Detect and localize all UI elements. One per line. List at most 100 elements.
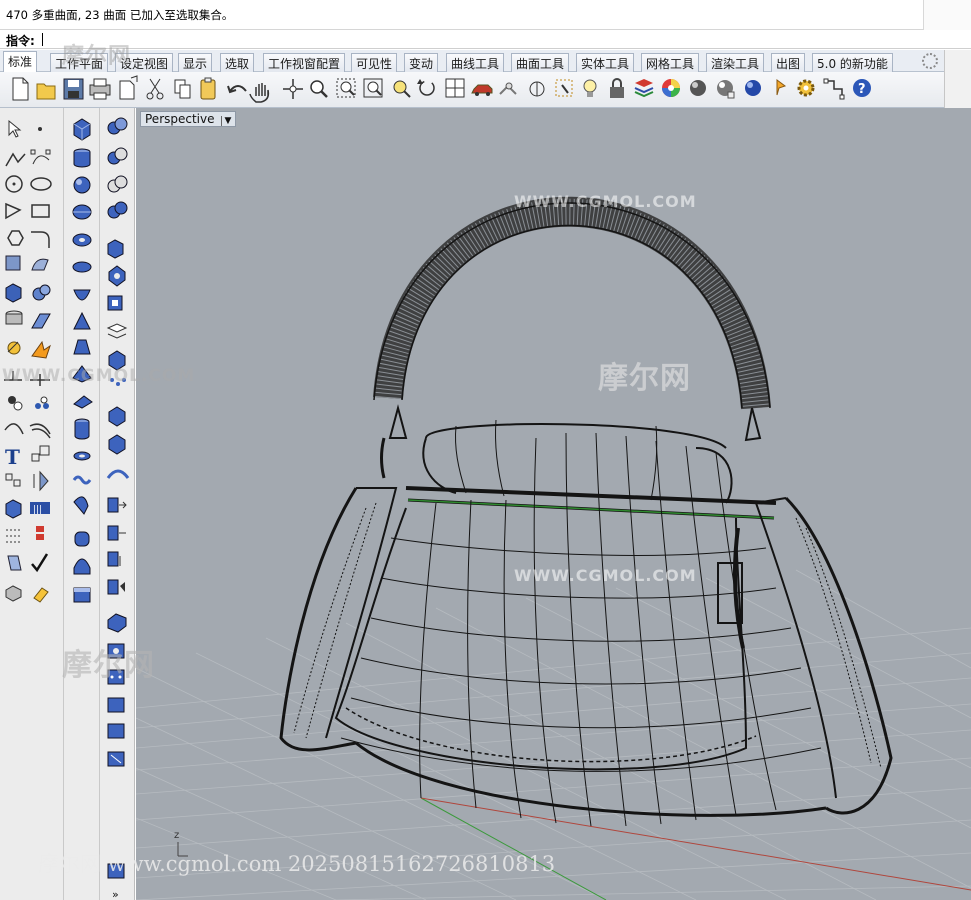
move-hole-icon[interactable] bbox=[107, 723, 125, 739]
rectangle-icon[interactable] bbox=[31, 204, 50, 218]
cone-icon[interactable] bbox=[73, 311, 91, 330]
offset-curve-icon[interactable] bbox=[29, 423, 51, 439]
tab-standard[interactable]: 标准 bbox=[3, 51, 38, 73]
tabs-options-icon[interactable] bbox=[922, 53, 938, 69]
polygon-icon[interactable] bbox=[5, 202, 22, 220]
tab-render-tools[interactable]: 渲染工具 bbox=[706, 53, 765, 72]
check-icon[interactable] bbox=[31, 553, 49, 573]
command-line[interactable]: 指令: bbox=[0, 30, 971, 49]
tab-mesh-tools[interactable]: 网格工具 bbox=[641, 53, 700, 72]
zoom-selected-icon[interactable] bbox=[393, 80, 411, 98]
options-icon[interactable] bbox=[776, 79, 787, 96]
bool-union-icon[interactable] bbox=[107, 117, 128, 135]
point-icon[interactable] bbox=[38, 127, 42, 131]
new-icon[interactable] bbox=[12, 77, 29, 101]
bool-intersect-icon[interactable] bbox=[107, 175, 128, 193]
grid-dots-icon[interactable] bbox=[6, 529, 22, 543]
four-viewports-icon[interactable] bbox=[445, 78, 465, 98]
mirror-icon[interactable] bbox=[33, 470, 49, 492]
make-hole-icon[interactable] bbox=[107, 613, 127, 633]
extract-surface-icon[interactable] bbox=[107, 295, 123, 311]
curve-cv-icon[interactable] bbox=[30, 149, 51, 165]
save-icon[interactable] bbox=[63, 78, 84, 100]
light-icon[interactable] bbox=[583, 79, 597, 97]
mesh-plane-icon[interactable] bbox=[31, 313, 51, 329]
rebuild-surface-icon[interactable] bbox=[108, 406, 126, 427]
copy-icon[interactable] bbox=[174, 79, 191, 99]
zoom-icon[interactable] bbox=[310, 80, 328, 98]
help-icon[interactable]: ? bbox=[853, 79, 871, 97]
sphere-blue-icon[interactable] bbox=[745, 80, 761, 96]
sphere-shaded-icon[interactable] bbox=[690, 80, 706, 96]
move-edge-icon[interactable] bbox=[107, 525, 126, 541]
tab-cplanes[interactable]: 工作平面 bbox=[50, 53, 109, 72]
ellipsoid-icon[interactable] bbox=[72, 204, 92, 220]
truncated-cone-icon[interactable] bbox=[73, 339, 91, 355]
cap-icon[interactable] bbox=[73, 587, 91, 603]
fillet-curve-icon[interactable] bbox=[31, 231, 50, 248]
walk-icon[interactable] bbox=[499, 82, 517, 95]
sphere-icon[interactable] bbox=[73, 176, 91, 194]
sphere-render-icon[interactable] bbox=[717, 80, 735, 99]
car-icon[interactable] bbox=[471, 84, 493, 96]
surface-patch-icon[interactable] bbox=[31, 258, 49, 271]
disc-icon[interactable] bbox=[72, 261, 92, 273]
group-icon[interactable] bbox=[8, 396, 23, 411]
cylinder-icon[interactable] bbox=[73, 148, 91, 168]
tab-drafting[interactable]: 出图 bbox=[771, 53, 806, 72]
arc-icon[interactable] bbox=[4, 423, 24, 435]
ungroup-icon[interactable] bbox=[35, 396, 49, 409]
import-icon[interactable] bbox=[119, 75, 138, 100]
move-view-icon[interactable] bbox=[283, 79, 303, 99]
lock-icon[interactable] bbox=[610, 78, 624, 98]
move-face-icon[interactable] bbox=[107, 497, 127, 513]
analyze-icon[interactable] bbox=[7, 555, 22, 571]
hexagon-icon[interactable] bbox=[7, 230, 24, 246]
cut-solid-icon[interactable] bbox=[107, 239, 124, 259]
tab-curve-tools[interactable]: 曲线工具 bbox=[446, 53, 505, 72]
color-wheel-icon[interactable] bbox=[662, 79, 680, 97]
array-icon[interactable] bbox=[5, 473, 21, 487]
rotate-hole-icon[interactable] bbox=[107, 697, 125, 713]
more-chevron-icon[interactable]: » bbox=[112, 888, 119, 900]
select-all-icon[interactable] bbox=[555, 79, 573, 97]
layered-surface-icon[interactable] bbox=[106, 323, 128, 339]
pyramid-icon[interactable] bbox=[72, 365, 92, 383]
split-face-icon[interactable] bbox=[107, 551, 121, 567]
stack-icon[interactable] bbox=[36, 526, 44, 540]
tab-visibility[interactable]: 可见性 bbox=[351, 53, 398, 72]
box-icon[interactable] bbox=[73, 118, 91, 141]
merge-face-icon[interactable] bbox=[108, 350, 126, 371]
tab-display[interactable]: 显示 bbox=[178, 53, 213, 72]
polyline-icon[interactable] bbox=[5, 152, 26, 167]
transform-icon[interactable] bbox=[7, 341, 21, 355]
snap-icon[interactable] bbox=[823, 78, 845, 100]
pan-hand-icon[interactable] bbox=[249, 83, 270, 103]
fold-face-icon[interactable] bbox=[107, 579, 125, 595]
paste-icon[interactable] bbox=[200, 77, 216, 100]
paraboloid-icon[interactable] bbox=[73, 289, 91, 301]
tube-icon[interactable] bbox=[74, 418, 90, 440]
shell-icon[interactable] bbox=[73, 558, 91, 575]
perspective-viewport[interactable]: z Perspective ▼ WWW.CGMOL.COM 摩尔网 WWW.CGM… bbox=[136, 108, 971, 900]
line-dim-icon[interactable] bbox=[30, 374, 50, 386]
fillet-edge-icon[interactable] bbox=[74, 531, 90, 547]
box-blue-icon[interactable] bbox=[5, 499, 22, 519]
rotate-view-icon[interactable] bbox=[417, 79, 435, 96]
extrude-surface-icon[interactable] bbox=[73, 496, 89, 515]
text-icon[interactable]: T bbox=[5, 445, 20, 469]
layer-icon[interactable] bbox=[634, 79, 654, 98]
tab-viewport-layout[interactable]: 工作视窗配置 bbox=[263, 53, 346, 72]
ellipse-icon[interactable] bbox=[30, 177, 52, 191]
scale-icon[interactable] bbox=[31, 445, 50, 462]
surface-edit-icon[interactable] bbox=[5, 255, 21, 271]
tab-select[interactable]: 选取 bbox=[220, 53, 255, 72]
tab-set-view[interactable]: 设定视图 bbox=[115, 53, 174, 72]
render-cube-icon[interactable] bbox=[5, 585, 22, 602]
tab-new-in-v5[interactable]: 5.0 的新功能 bbox=[812, 53, 893, 72]
select-arrow-icon[interactable] bbox=[8, 119, 22, 138]
torus-icon[interactable] bbox=[72, 233, 92, 247]
solid-edit-icon[interactable] bbox=[108, 434, 126, 455]
tab-transform[interactable]: 变动 bbox=[404, 53, 439, 72]
history-scrollbar[interactable] bbox=[923, 0, 971, 30]
